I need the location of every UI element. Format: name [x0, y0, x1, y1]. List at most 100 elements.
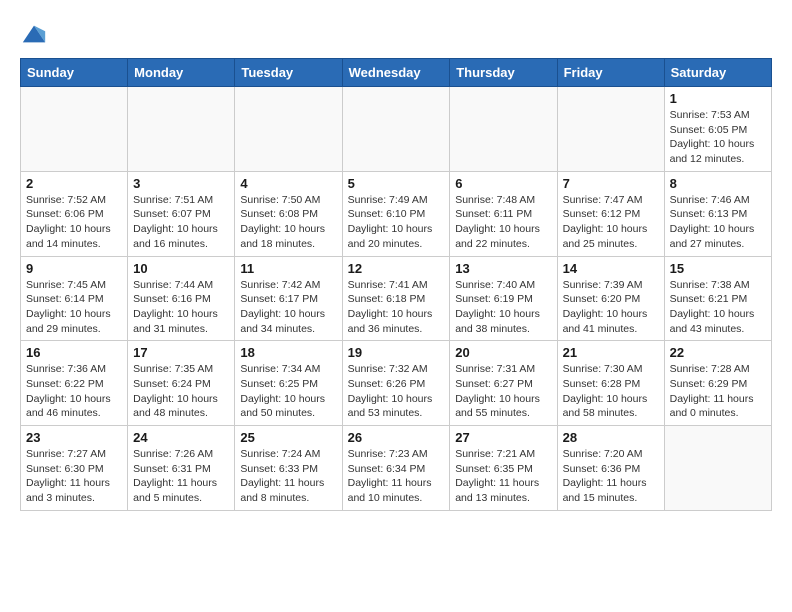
- calendar-week-row: 1 Sunrise: 7:53 AM Sunset: 6:05 PM Daylig…: [21, 87, 772, 172]
- calendar-cell: 3 Sunrise: 7:51 AM Sunset: 6:07 PM Daylig…: [128, 171, 235, 256]
- day-info: Sunrise: 7:47 AM Sunset: 6:12 PM Dayligh…: [563, 193, 659, 252]
- calendar-cell: 25 Sunrise: 7:24 AM Sunset: 6:33 PM Dayli…: [235, 426, 342, 511]
- calendar-week-row: 16 Sunrise: 7:36 AM Sunset: 6:22 PM Dayli…: [21, 341, 772, 426]
- day-info: Sunrise: 7:34 AM Sunset: 6:25 PM Dayligh…: [240, 362, 336, 421]
- day-info: Sunrise: 7:49 AM Sunset: 6:10 PM Dayligh…: [348, 193, 445, 252]
- calendar-cell: 27 Sunrise: 7:21 AM Sunset: 6:35 PM Dayli…: [450, 426, 557, 511]
- day-number: 17: [133, 345, 229, 360]
- day-number: 12: [348, 261, 445, 276]
- day-number: 26: [348, 430, 445, 445]
- day-info: Sunrise: 7:26 AM Sunset: 6:31 PM Dayligh…: [133, 447, 229, 506]
- calendar-cell: [557, 87, 664, 172]
- day-number: 21: [563, 345, 659, 360]
- day-info: Sunrise: 7:41 AM Sunset: 6:18 PM Dayligh…: [348, 278, 445, 337]
- day-number: 18: [240, 345, 336, 360]
- calendar-cell: [235, 87, 342, 172]
- calendar-cell: 14Sunrise: 7:39 AM Sunset: 6:20 PM Dayli…: [557, 256, 664, 341]
- col-header-saturday: Saturday: [664, 59, 771, 87]
- calendar-cell: 19Sunrise: 7:32 AM Sunset: 6:26 PM Dayli…: [342, 341, 450, 426]
- day-info: Sunrise: 7:53 AM Sunset: 6:05 PM Dayligh…: [670, 108, 766, 167]
- logo-icon: [20, 20, 48, 48]
- calendar-cell: [664, 426, 771, 511]
- calendar-cell: 13 Sunrise: 7:40 AM Sunset: 6:19 PM Dayli…: [450, 256, 557, 341]
- day-info: Sunrise: 7:28 AM Sunset: 6:29 PM Dayligh…: [670, 362, 766, 421]
- day-info: Sunrise: 7:52 AM Sunset: 6:06 PM Dayligh…: [26, 193, 122, 252]
- day-number: 7: [563, 176, 659, 191]
- day-number: 11: [240, 261, 336, 276]
- logo: [20, 20, 52, 48]
- calendar-cell: 9 Sunrise: 7:45 AM Sunset: 6:14 PM Daylig…: [21, 256, 128, 341]
- day-number: 24: [133, 430, 229, 445]
- col-header-wednesday: Wednesday: [342, 59, 450, 87]
- day-number: 14: [563, 261, 659, 276]
- calendar-cell: 18 Sunrise: 7:34 AM Sunset: 6:25 PM Dayli…: [235, 341, 342, 426]
- calendar-cell: 2 Sunrise: 7:52 AM Sunset: 6:06 PM Daylig…: [21, 171, 128, 256]
- day-number: 3: [133, 176, 229, 191]
- day-number: 19: [348, 345, 445, 360]
- day-number: 22: [670, 345, 766, 360]
- calendar-cell: 17Sunrise: 7:35 AM Sunset: 6:24 PM Dayli…: [128, 341, 235, 426]
- calendar-cell: 7 Sunrise: 7:47 AM Sunset: 6:12 PM Daylig…: [557, 171, 664, 256]
- day-number: 5: [348, 176, 445, 191]
- day-number: 6: [455, 176, 551, 191]
- calendar-cell: 23 Sunrise: 7:27 AM Sunset: 6:30 PM Dayli…: [21, 426, 128, 511]
- day-info: Sunrise: 7:38 AM Sunset: 6:21 PM Dayligh…: [670, 278, 766, 337]
- calendar-cell: 10 Sunrise: 7:44 AM Sunset: 6:16 PM Dayli…: [128, 256, 235, 341]
- day-info: Sunrise: 7:27 AM Sunset: 6:30 PM Dayligh…: [26, 447, 122, 506]
- day-number: 1: [670, 91, 766, 106]
- calendar-cell: 22 Sunrise: 7:28 AM Sunset: 6:29 PM Dayli…: [664, 341, 771, 426]
- day-info: Sunrise: 7:45 AM Sunset: 6:14 PM Dayligh…: [26, 278, 122, 337]
- calendar-cell: 8 Sunrise: 7:46 AM Sunset: 6:13 PM Daylig…: [664, 171, 771, 256]
- day-info: Sunrise: 7:46 AM Sunset: 6:13 PM Dayligh…: [670, 193, 766, 252]
- calendar-cell: 12 Sunrise: 7:41 AM Sunset: 6:18 PM Dayli…: [342, 256, 450, 341]
- calendar-cell: 11 Sunrise: 7:42 AM Sunset: 6:17 PM Dayli…: [235, 256, 342, 341]
- day-info: Sunrise: 7:21 AM Sunset: 6:35 PM Dayligh…: [455, 447, 551, 506]
- day-number: 20: [455, 345, 551, 360]
- calendar-cell: 5 Sunrise: 7:49 AM Sunset: 6:10 PM Daylig…: [342, 171, 450, 256]
- calendar-cell: 26 Sunrise: 7:23 AM Sunset: 6:34 PM Dayli…: [342, 426, 450, 511]
- day-number: 13: [455, 261, 551, 276]
- calendar-cell: 24 Sunrise: 7:26 AM Sunset: 6:31 PM Dayli…: [128, 426, 235, 511]
- col-header-sunday: Sunday: [21, 59, 128, 87]
- day-number: 16: [26, 345, 122, 360]
- day-info: Sunrise: 7:31 AM Sunset: 6:27 PM Dayligh…: [455, 362, 551, 421]
- col-header-thursday: Thursday: [450, 59, 557, 87]
- day-number: 8: [670, 176, 766, 191]
- day-info: Sunrise: 7:23 AM Sunset: 6:34 PM Dayligh…: [348, 447, 445, 506]
- calendar-cell: [128, 87, 235, 172]
- calendar: SundayMondayTuesdayWednesdayThursdayFrid…: [20, 58, 772, 511]
- day-info: Sunrise: 7:44 AM Sunset: 6:16 PM Dayligh…: [133, 278, 229, 337]
- day-number: 23: [26, 430, 122, 445]
- day-number: 15: [670, 261, 766, 276]
- calendar-cell: 4Sunrise: 7:50 AM Sunset: 6:08 PM Daylig…: [235, 171, 342, 256]
- day-number: 10: [133, 261, 229, 276]
- calendar-header-row: SundayMondayTuesdayWednesdayThursdayFrid…: [21, 59, 772, 87]
- header: [20, 20, 772, 48]
- calendar-cell: 28Sunrise: 7:20 AM Sunset: 6:36 PM Dayli…: [557, 426, 664, 511]
- calendar-cell: 16 Sunrise: 7:36 AM Sunset: 6:22 PM Dayli…: [21, 341, 128, 426]
- day-info: Sunrise: 7:51 AM Sunset: 6:07 PM Dayligh…: [133, 193, 229, 252]
- day-info: Sunrise: 7:36 AM Sunset: 6:22 PM Dayligh…: [26, 362, 122, 421]
- calendar-cell: 21 Sunrise: 7:30 AM Sunset: 6:28 PM Dayli…: [557, 341, 664, 426]
- calendar-week-row: 9 Sunrise: 7:45 AM Sunset: 6:14 PM Daylig…: [21, 256, 772, 341]
- day-number: 25: [240, 430, 336, 445]
- col-header-tuesday: Tuesday: [235, 59, 342, 87]
- day-number: 28: [563, 430, 659, 445]
- col-header-monday: Monday: [128, 59, 235, 87]
- day-info: Sunrise: 7:30 AM Sunset: 6:28 PM Dayligh…: [563, 362, 659, 421]
- calendar-cell: 6 Sunrise: 7:48 AM Sunset: 6:11 PM Daylig…: [450, 171, 557, 256]
- calendar-cell: [21, 87, 128, 172]
- calendar-cell: 15 Sunrise: 7:38 AM Sunset: 6:21 PM Dayli…: [664, 256, 771, 341]
- day-number: 4: [240, 176, 336, 191]
- day-number: 27: [455, 430, 551, 445]
- calendar-week-row: 2 Sunrise: 7:52 AM Sunset: 6:06 PM Daylig…: [21, 171, 772, 256]
- calendar-cell: [450, 87, 557, 172]
- day-number: 2: [26, 176, 122, 191]
- day-info: Sunrise: 7:42 AM Sunset: 6:17 PM Dayligh…: [240, 278, 336, 337]
- calendar-cell: [342, 87, 450, 172]
- day-info: Sunrise: 7:40 AM Sunset: 6:19 PM Dayligh…: [455, 278, 551, 337]
- day-info: Sunrise: 7:48 AM Sunset: 6:11 PM Dayligh…: [455, 193, 551, 252]
- day-number: 9: [26, 261, 122, 276]
- day-info: Sunrise: 7:24 AM Sunset: 6:33 PM Dayligh…: [240, 447, 336, 506]
- calendar-week-row: 23 Sunrise: 7:27 AM Sunset: 6:30 PM Dayli…: [21, 426, 772, 511]
